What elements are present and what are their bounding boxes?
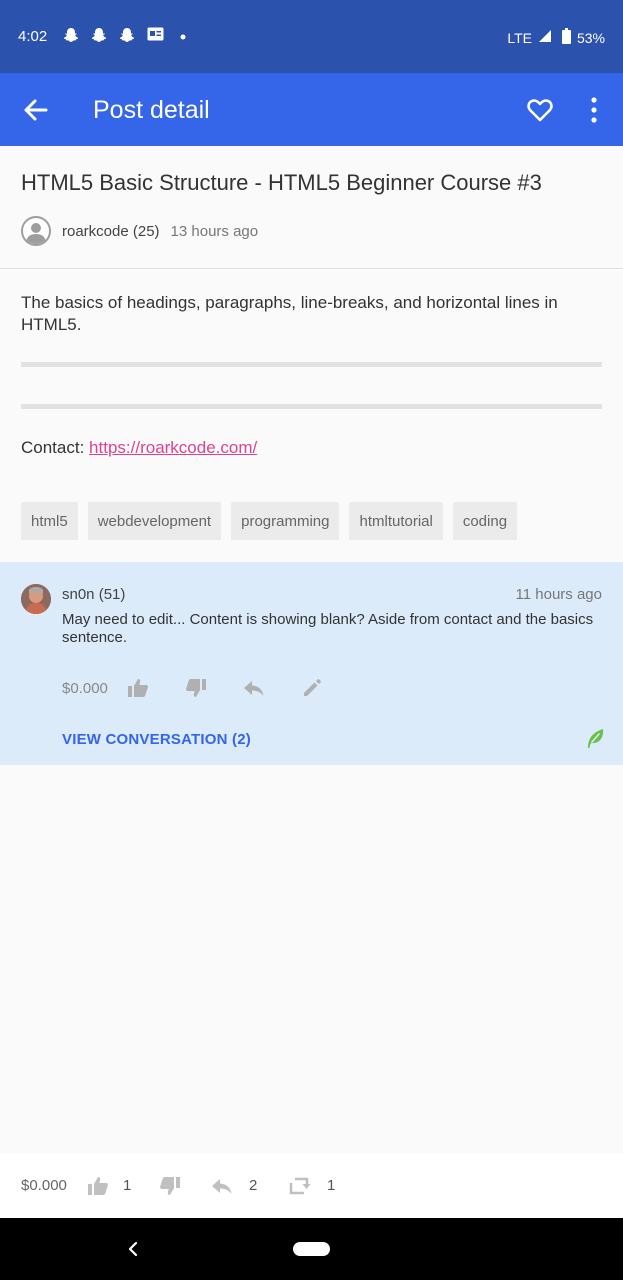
- post-time: 13 hours ago: [170, 222, 259, 240]
- tag-list: html5 webdevelopment programming htmltut…: [21, 502, 518, 540]
- comment-card: sn0n (51) 11 hours ago May need to edit.…: [0, 562, 623, 765]
- leaf-icon: [585, 727, 605, 749]
- reblog-icon[interactable]: [289, 1176, 311, 1196]
- news-icon: [147, 27, 164, 41]
- comment-avatar[interactable]: [21, 584, 51, 614]
- tag-webdevelopment[interactable]: webdevelopment: [87, 502, 222, 540]
- horizontal-rule: [21, 362, 602, 367]
- contact-line: Contact: https://roarkcode.com/: [21, 438, 257, 458]
- tag-html5[interactable]: html5: [21, 502, 78, 540]
- thumb-up-icon[interactable]: [126, 677, 150, 699]
- heart-outline-icon[interactable]: [526, 96, 554, 124]
- app-bar: Post detail: [0, 73, 623, 146]
- snapchat-icon: [119, 27, 135, 43]
- view-conversation-button[interactable]: VIEW CONVERSATION (2): [62, 731, 251, 748]
- thumb-up-icon[interactable]: [87, 1176, 109, 1196]
- upvote-count: 1: [123, 1177, 132, 1194]
- signal-icon: [538, 29, 552, 46]
- snapchat-icon: [91, 27, 107, 43]
- reply-count: 2: [249, 1177, 258, 1194]
- post-author-row[interactable]: roarkcode (25) 13 hours ago: [21, 216, 258, 246]
- status-time: 4:02: [18, 28, 48, 45]
- divider: [0, 268, 623, 269]
- status-right: LTE 53%: [507, 28, 605, 47]
- tag-programming[interactable]: programming: [231, 502, 340, 540]
- status-bar: 4:02 LTE 53%: [0, 0, 623, 73]
- thumb-down-icon[interactable]: [159, 1176, 181, 1196]
- post-payout: $0.000: [21, 1177, 67, 1194]
- reblog-count: 1: [327, 1177, 336, 1194]
- battery-icon: [561, 28, 571, 47]
- bottom-action-bar: $0.000 1 2 1: [0, 1153, 623, 1218]
- reply-icon[interactable]: [211, 1176, 233, 1196]
- snapchat-icon: [63, 27, 79, 43]
- contact-label: Contact:: [21, 438, 90, 457]
- contact-link[interactable]: https://roarkcode.com/: [89, 438, 257, 457]
- horizontal-rule: [21, 404, 602, 409]
- nav-home-pill[interactable]: [293, 1242, 330, 1256]
- avatar[interactable]: [21, 216, 51, 246]
- comment-payout: $0.000: [62, 679, 108, 697]
- edit-icon[interactable]: [300, 677, 324, 699]
- comment-actions: $0.000: [62, 677, 358, 699]
- thumb-down-icon[interactable]: [184, 677, 208, 699]
- post-body: The basics of headings, paragraphs, line…: [21, 293, 558, 334]
- reply-icon[interactable]: [242, 677, 266, 699]
- post-author-name[interactable]: roarkcode (25): [62, 223, 160, 240]
- dot-icon: [180, 34, 186, 40]
- page-title: Post detail: [93, 96, 210, 124]
- battery-percent: 53%: [576, 29, 605, 46]
- comment-author[interactable]: sn0n (51): [62, 586, 125, 603]
- more-vert-icon[interactable]: [584, 97, 604, 123]
- post-title: HTML5 Basic Structure - HTML5 Beginner C…: [21, 170, 542, 195]
- comment-text: May need to edit... Content is showing b…: [62, 611, 594, 646]
- system-nav-bar: [0, 1218, 623, 1280]
- network-type: LTE: [507, 29, 532, 46]
- comment-time: 11 hours ago: [515, 586, 602, 603]
- nav-back-icon[interactable]: [126, 1239, 140, 1259]
- arrow-back-icon[interactable]: [22, 97, 50, 123]
- tag-coding[interactable]: coding: [452, 502, 518, 540]
- tag-htmltutorial[interactable]: htmltutorial: [349, 502, 443, 540]
